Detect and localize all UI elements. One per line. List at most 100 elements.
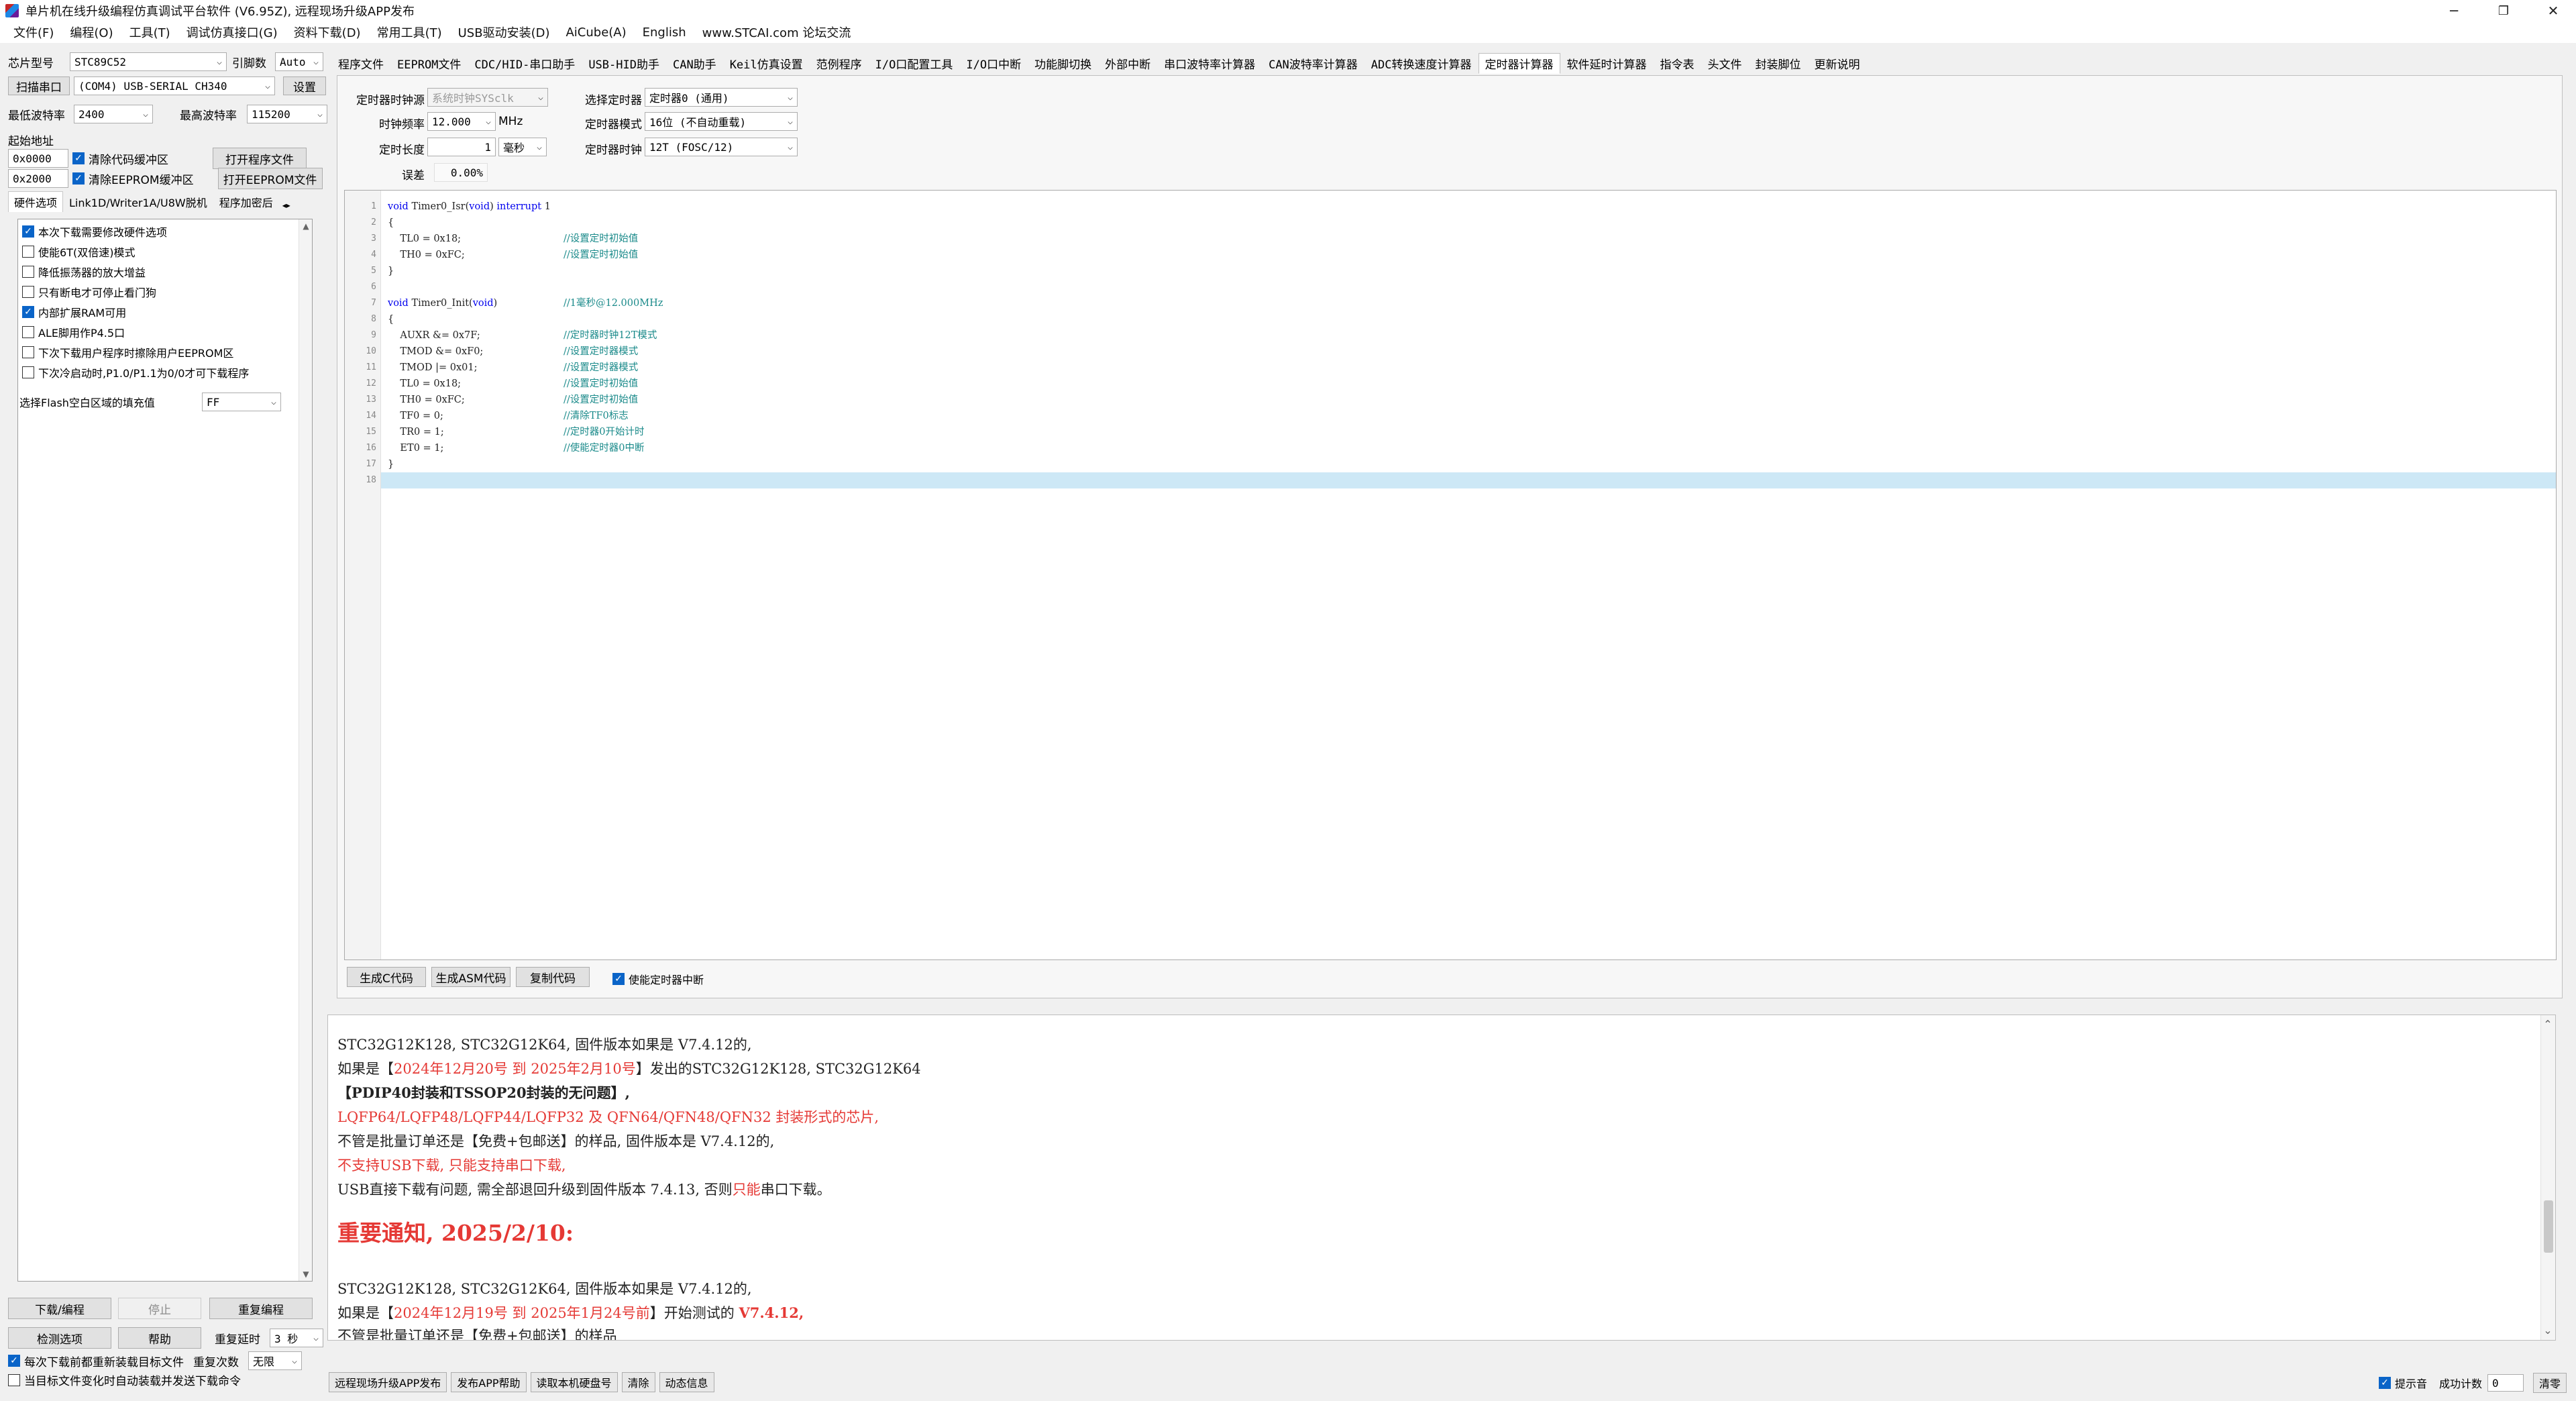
option-cold-start[interactable]: 下次冷启动时,P1.0/P1.1为0/0才可下载程序 xyxy=(22,364,249,380)
port-select[interactable]: (COM4) USB-SERIAL CH340 ⌵ xyxy=(74,76,275,95)
menu-common-tools[interactable]: 常用工具(T) xyxy=(369,23,450,41)
address2-input[interactable]: 0x2000 xyxy=(8,169,68,188)
tab-hardware-options[interactable]: 硬件选项 xyxy=(8,191,64,212)
clear-code-checkbox[interactable] xyxy=(72,152,85,164)
clear-log-button[interactable]: 清除 xyxy=(621,1372,655,1392)
close-button[interactable]: ✕ xyxy=(2522,0,2576,21)
scroll-down-icon[interactable]: ▼ xyxy=(299,1267,313,1281)
clear-zero-button[interactable]: 清零 xyxy=(2533,1373,2567,1393)
publish-help-button[interactable]: 发布APP帮助 xyxy=(451,1372,527,1392)
help-button[interactable]: 帮助 xyxy=(118,1327,201,1349)
tab-ext-interrupt[interactable]: 外部中断 xyxy=(1098,53,1157,74)
code-editor[interactable]: 1 2 3 4 5 6 7 8 9 10 11 12 13 14 15 16 17 18 void Timer0_… xyxy=(344,190,2557,960)
open-eeprom-button[interactable]: 打开EEPROM文件 xyxy=(217,168,323,189)
length-input[interactable]: 1 xyxy=(427,138,496,156)
reprogram-button[interactable]: 重复编程 xyxy=(209,1298,313,1319)
dynamic-info-button[interactable]: 动态信息 xyxy=(659,1372,714,1392)
timer-select[interactable]: 定时器0 (通用) ⌵ xyxy=(645,88,798,107)
option-reduce-gain[interactable]: 降低振荡器的放大增益 xyxy=(22,264,146,280)
tab-header-file[interactable]: 头文件 xyxy=(1701,53,1749,74)
menu-english[interactable]: English xyxy=(635,25,694,40)
tab-pin-switch[interactable]: 功能脚切换 xyxy=(1028,53,1098,74)
scrollbar-thumb[interactable] xyxy=(2544,1200,2553,1253)
copy-code-button[interactable]: 复制代码 xyxy=(516,967,590,987)
remote-app-button[interactable]: 远程现场升级APP发布 xyxy=(329,1372,447,1392)
option-checkbox[interactable] xyxy=(22,266,34,278)
download-button[interactable]: 下载/编程 xyxy=(8,1298,111,1319)
scan-port-button[interactable]: 扫描串口 xyxy=(8,76,70,95)
tab-offline-writer[interactable]: Link1D/Writer1A/U8W脱机 xyxy=(63,191,213,212)
option-checkbox[interactable] xyxy=(22,225,34,238)
option-watchdog[interactable]: 只有断电才可停止看门狗 xyxy=(22,284,156,300)
max-baud-select[interactable]: 115200 ⌵ xyxy=(247,105,327,123)
menu-aicube[interactable]: AiCube(A) xyxy=(557,25,634,40)
menu-file[interactable]: 文件(F) xyxy=(5,23,62,41)
tab-io-interrupt[interactable]: I/O口中断 xyxy=(959,53,1028,74)
prompt-sound-checkbox[interactable] xyxy=(2379,1377,2391,1389)
mode-select[interactable]: 16位 (不自动重载) ⌵ xyxy=(645,112,798,131)
tab-encryption[interactable]: 程序加密后 xyxy=(213,191,279,212)
tab-uart-baud-calc[interactable]: 串口波特率计算器 xyxy=(1157,53,1262,74)
tab-adc-speed-calc[interactable]: ADC转换速度计算器 xyxy=(1364,53,1479,74)
tab-usb-hid[interactable]: USB-HID助手 xyxy=(582,53,666,74)
option-6t-mode[interactable]: 使能6T(双倍速)模式 xyxy=(22,244,135,260)
menu-forum[interactable]: www.STCAI.com 论坛交流 xyxy=(694,23,859,41)
timer-clock-select[interactable]: 12T (FOSC/12) ⌵ xyxy=(645,138,798,156)
tab-program-file[interactable]: 程序文件 xyxy=(331,53,390,74)
option-checkbox[interactable] xyxy=(22,246,34,258)
length-unit-select[interactable]: 毫秒 ⌵ xyxy=(498,138,547,156)
option-checkbox[interactable] xyxy=(22,286,34,298)
option-checkbox[interactable] xyxy=(22,346,34,358)
option-checkbox[interactable] xyxy=(22,326,34,338)
tab-examples[interactable]: 范例程序 xyxy=(810,53,869,74)
option-checkbox[interactable] xyxy=(22,366,34,378)
reload-checkbox[interactable] xyxy=(8,1355,20,1367)
option-ale-p45[interactable]: ALE脚用作P4.5口 xyxy=(22,324,125,340)
check-options-button[interactable]: 检测选项 xyxy=(8,1327,111,1349)
freq-select[interactable]: 12.000 ⌵ xyxy=(427,112,496,131)
option-checkbox[interactable] xyxy=(22,306,34,318)
tab-serial-assistant[interactable]: CDC/HID-串口助手 xyxy=(468,53,582,74)
menu-usb-driver[interactable]: USB驱动安装(D) xyxy=(450,23,558,41)
clock-source-select[interactable]: 系统时钟SYSclk ⌵ xyxy=(427,88,548,107)
address1-input[interactable]: 0x0000 xyxy=(8,149,68,168)
tab-package-pins[interactable]: 封装脚位 xyxy=(1749,53,1808,74)
repeat-count-select[interactable]: 无限 ⌵ xyxy=(248,1351,302,1370)
tab-eeprom-file[interactable]: EEPROM文件 xyxy=(390,53,468,74)
menu-debug[interactable]: 调试仿真接口(G) xyxy=(178,23,286,41)
stop-button[interactable]: 停止 xyxy=(118,1298,201,1319)
tab-io-config[interactable]: I/O口配置工具 xyxy=(869,53,960,74)
option-modify-hardware[interactable]: 本次下载需要修改硬件选项 xyxy=(22,223,167,240)
enable-interrupt-checkbox[interactable] xyxy=(612,973,625,985)
scroll-up-icon[interactable]: ▲ xyxy=(299,219,313,233)
tab-delay-calc[interactable]: 软件延时计算器 xyxy=(1560,53,1654,74)
option-erase-eeprom[interactable]: 下次下载用户程序时擦除用户EEPROM区 xyxy=(22,344,233,360)
repeat-delay-select[interactable]: 3 秒 ⌵ xyxy=(270,1329,323,1347)
tab-can-assistant[interactable]: CAN助手 xyxy=(666,53,723,74)
tab-keil-settings[interactable]: Keil仿真设置 xyxy=(723,53,810,74)
chip-select[interactable]: STC89C52 ⌵ xyxy=(70,52,227,71)
message-scrollbar[interactable]: ⌃ ⌄ xyxy=(2540,1015,2555,1340)
menu-program[interactable]: 编程(O) xyxy=(62,23,121,41)
flash-fill-select[interactable]: FF ⌵ xyxy=(202,393,281,411)
menu-tools[interactable]: 工具(T) xyxy=(121,23,178,41)
settings-button[interactable]: 设置 xyxy=(283,76,326,95)
tab-instruction-table[interactable]: 指令表 xyxy=(1654,53,1701,74)
tab-scroll-arrows-icon[interactable]: ◂▸ xyxy=(279,198,294,212)
scroll-up-icon[interactable]: ⌃ xyxy=(2541,1018,2555,1031)
options-scrollbar[interactable]: ▲ ▼ xyxy=(299,219,312,1281)
tab-changelog[interactable]: 更新说明 xyxy=(1808,53,1867,74)
tab-timer-calc[interactable]: 定时器计算器 xyxy=(1478,52,1560,74)
scroll-down-icon[interactable]: ⌄ xyxy=(2541,1324,2555,1337)
generate-c-button[interactable]: 生成C代码 xyxy=(347,967,426,987)
tab-can-baud-calc[interactable]: CAN波特率计算器 xyxy=(1262,53,1364,74)
pin-select[interactable]: Auto ⌵ xyxy=(275,52,323,71)
option-ext-ram[interactable]: 内部扩展RAM可用 xyxy=(22,304,126,320)
clear-eeprom-checkbox[interactable] xyxy=(72,172,85,185)
min-baud-select[interactable]: 2400 ⌵ xyxy=(74,105,153,123)
open-program-button[interactable]: 打开程序文件 xyxy=(213,148,307,169)
read-disk-button[interactable]: 读取本机硬盘号 xyxy=(530,1372,618,1392)
menu-download[interactable]: 资料下载(D) xyxy=(286,23,369,41)
auto-send-checkbox[interactable] xyxy=(8,1373,20,1386)
generate-asm-button[interactable]: 生成ASM代码 xyxy=(431,967,511,987)
